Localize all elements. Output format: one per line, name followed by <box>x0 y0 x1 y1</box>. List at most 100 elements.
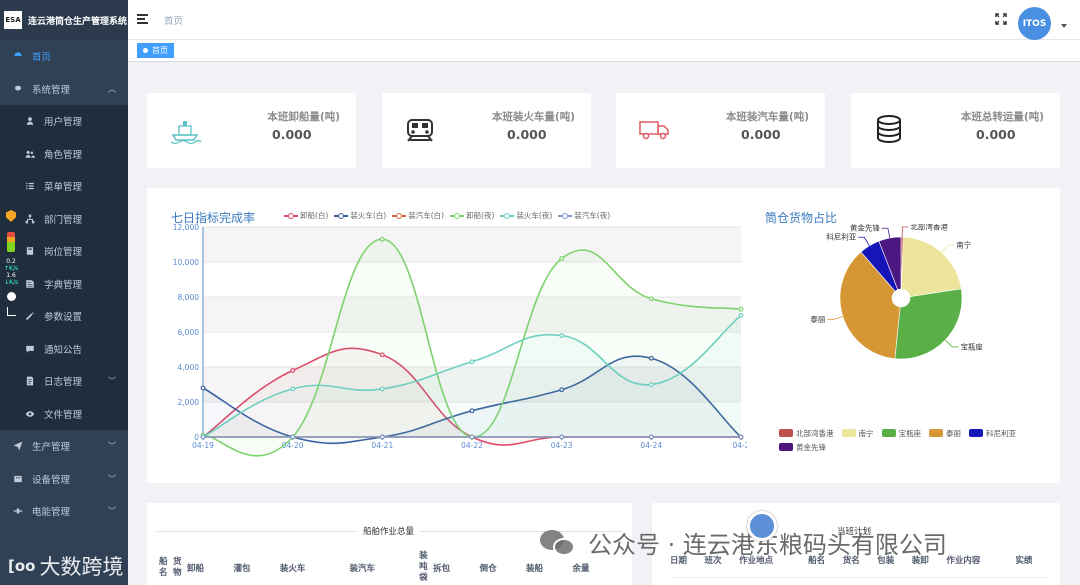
power-icon <box>12 505 24 517</box>
fullscreen-icon[interactable] <box>995 13 1007 25</box>
stat-label: 本班总转运量(吨) <box>960 111 1044 123</box>
pie-label-line <box>827 316 843 320</box>
hamburger-icon[interactable] <box>137 14 148 24</box>
legend-swatch <box>881 429 896 437</box>
logo-area[interactable]: ESA 连云港筒仓生产管理系统 <box>0 0 128 40</box>
gear-icon <box>12 83 24 95</box>
pie-legend-item[interactable]: 黄金先锋 <box>779 440 826 454</box>
pie-slice-label: 宝瓶座 <box>960 341 983 351</box>
legend-label: 南宁 <box>858 428 874 438</box>
chevron-down-icon: ﹀ <box>108 376 116 386</box>
data-point[interactable] <box>290 386 296 392</box>
ship_table-column-header: 装吨袋 <box>419 551 428 583</box>
sidebar-item-4[interactable]: 菜单管理 <box>0 170 128 203</box>
legend-swatch <box>969 429 983 437</box>
data-point[interactable] <box>648 434 654 440</box>
y-tick-label: 8,000 <box>178 293 200 302</box>
train-icon <box>402 111 438 147</box>
x-tick-label: 04-21 <box>371 441 393 450</box>
data-point[interactable] <box>469 359 475 365</box>
robot-badge-icon <box>747 511 777 541</box>
watermark-left: [oo 大数跨境 <box>8 555 124 579</box>
plan-table-row <box>670 577 1050 578</box>
plan_table-column-header: 作业内容 <box>946 556 981 566</box>
data-point[interactable] <box>290 368 296 373</box>
sidebar-item-label: 生产管理 <box>32 442 71 454</box>
upload-speed: 0.2 ↑K/s 1.6 ↓K/s <box>3 258 19 286</box>
sidebar-item-14[interactable]: 电能管理 ﹀ <box>0 495 128 528</box>
line-chart: 02,0004,0006,0008,00010,00012,00004-19 04… <box>173 223 747 457</box>
user-icon <box>24 115 36 127</box>
y-tick-label: 6,000 <box>178 328 200 337</box>
caret-down-icon[interactable] <box>1061 24 1067 28</box>
sidebar-item-label: 用户管理 <box>44 117 83 129</box>
database-icon <box>871 111 907 147</box>
pie-legend-item[interactable]: 泰丽 <box>929 426 961 440</box>
data-point[interactable] <box>738 434 744 440</box>
stat-label: 本班装汽车量(吨) <box>725 111 809 123</box>
y-tick-label: 10,000 <box>173 258 199 267</box>
data-point[interactable] <box>290 434 296 440</box>
data-point[interactable] <box>200 434 206 440</box>
pie-slice-label: 南宁 <box>956 240 971 250</box>
data-point[interactable] <box>648 296 654 302</box>
sidebar-item-label: 菜单管理 <box>44 182 83 194</box>
y-tick-label: 4,000 <box>178 363 200 372</box>
data-point[interactable] <box>648 382 654 387</box>
app-title: 连云港筒仓生产管理系统 <box>28 16 128 27</box>
sidebar-item-10[interactable]: 日志管理 ﹀ <box>0 365 128 398</box>
sidebar-item-3[interactable]: 角色管理 <box>0 137 128 170</box>
chevron-up-icon: ︿ <box>108 84 116 94</box>
avatar[interactable]: ITOS <box>1018 7 1051 40</box>
sidebar-item-13[interactable]: 设备管理 ﹀ <box>0 463 128 496</box>
chart-card: 七日指标完成率 卸船(白) 装火车(白) 装汽车(白) 卸船(夜) 装火车(夜) 装汽车(… <box>147 188 1060 483</box>
pie-legend-item[interactable]: 北部湾香港 <box>779 426 834 440</box>
sidebar-item-0[interactable]: 首页 <box>0 40 128 73</box>
sidebar-item-11[interactable]: 文件管理 <box>0 397 128 430</box>
pie-slice-label: 黄金先锋 <box>850 224 880 233</box>
legend-label: 泰丽 <box>946 428 961 438</box>
data-point[interactable] <box>200 385 206 391</box>
ship_table-column-header: 装火车 <box>279 563 306 574</box>
data-point[interactable] <box>379 434 385 440</box>
legend-label: 北部湾香港 <box>796 428 834 438</box>
stat-value: 0.000 <box>741 127 781 142</box>
x-tick-label: 04-22 <box>461 441 483 450</box>
crop-icon <box>6 307 16 316</box>
y-tick-label: 12,000 <box>173 223 199 232</box>
data-point[interactable] <box>379 236 385 242</box>
stat-value: 0.000 <box>272 127 312 142</box>
pie-slice-label: 泰丽 <box>810 314 825 324</box>
sidebar-item-label: 日志管理 <box>44 377 83 389</box>
stat-label: 本班卸船量(吨) <box>267 111 340 123</box>
tag-home[interactable]: 首页 <box>137 43 174 58</box>
ship_table-column-header: 卸船 <box>187 563 205 574</box>
chevron-down-icon: ﹀ <box>108 506 116 516</box>
data-point[interactable] <box>469 434 475 440</box>
sidebar-item-label: 文件管理 <box>44 409 83 421</box>
message-icon <box>24 343 36 355</box>
shield-icon <box>6 210 16 222</box>
pie-slice[interactable] <box>901 236 962 297</box>
navbar: 首页 ITOS <box>128 0 1080 40</box>
pie-legend-item[interactable]: 南宁 <box>841 426 874 440</box>
ship_table-column-header: 灌包 <box>233 563 251 574</box>
sidebar-item-label: 岗位管理 <box>44 247 83 259</box>
ship-icon <box>167 111 203 147</box>
data-point[interactable] <box>738 306 744 312</box>
wechat-icon <box>540 528 578 558</box>
sidebar-item-12[interactable]: 生产管理 ﹀ <box>0 430 128 463</box>
data-point[interactable] <box>559 256 565 261</box>
pie-legend-item[interactable]: 科尼利亚 <box>969 426 1016 440</box>
pie-legend-item[interactable]: 宝瓶座 <box>881 426 921 440</box>
pie-slice-label: 科尼利亚 <box>826 232 856 242</box>
pie-slice[interactable] <box>894 288 963 360</box>
sidebar-item-2[interactable]: 用户管理 <box>0 105 128 138</box>
data-point[interactable] <box>738 312 744 318</box>
data-point[interactable] <box>559 434 565 440</box>
sidebar-item-1[interactable]: 系统管理 ︿ <box>0 73 128 106</box>
network-speed-widget[interactable]: 0.2 ↑K/s 1.6 ↓K/s <box>2 210 20 340</box>
x-tick-label: 04-2 <box>732 441 747 450</box>
data-point[interactable] <box>379 386 385 392</box>
data-point[interactable] <box>559 333 565 338</box>
